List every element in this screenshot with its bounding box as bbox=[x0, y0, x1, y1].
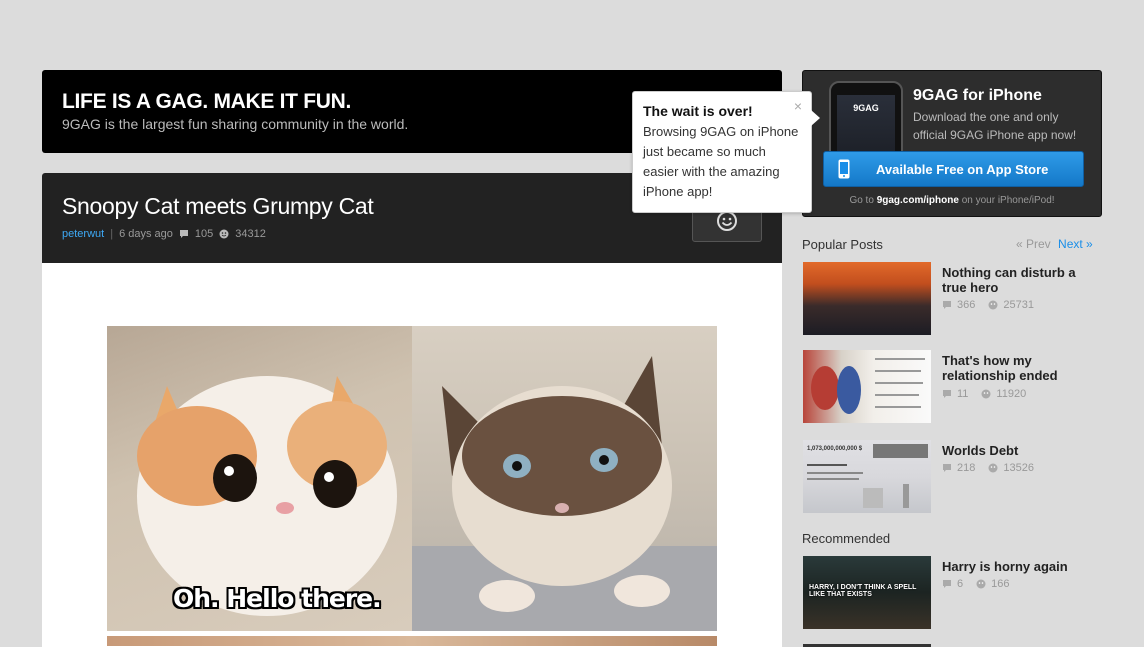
list-item[interactable]: That's how my relationship ended 11 1192… bbox=[802, 350, 1102, 425]
list-item-stats: 218 13526 bbox=[942, 462, 1034, 474]
recommended-title: Recommended bbox=[802, 531, 891, 546]
smiley-icon bbox=[981, 389, 991, 399]
grumpy-cat-image bbox=[412, 326, 717, 631]
post-meta: peterwut | 6 days ago 105 34312 bbox=[62, 228, 762, 240]
smiley-icon bbox=[988, 463, 998, 473]
comment-icon bbox=[943, 390, 951, 398]
prev-link[interactable]: « Prev bbox=[1016, 237, 1051, 251]
list-item-stats: 366 25731 bbox=[942, 299, 1034, 311]
comment-count: 11 bbox=[957, 388, 969, 400]
list-item-stats: 6 166 bbox=[942, 578, 1009, 590]
goto-suffix: on your iPhone/iPod! bbox=[961, 195, 1055, 206]
list-item-title[interactable]: That's how my relationship ended bbox=[942, 353, 1102, 383]
close-icon[interactable]: × bbox=[794, 98, 802, 114]
smiley-icon bbox=[976, 579, 986, 589]
phone-logo: 9GAG bbox=[853, 103, 879, 113]
goto-url-link[interactable]: 9gag.com/iphone bbox=[877, 195, 959, 206]
post-thumbnail[interactable] bbox=[803, 262, 931, 335]
comment-count: 6 bbox=[957, 578, 964, 590]
post-thumbnail[interactable] bbox=[803, 350, 931, 423]
comment-count: 218 bbox=[957, 462, 976, 474]
list-item-title[interactable]: Harry is horny again bbox=[942, 559, 1102, 574]
tooltip-title: The wait is over! bbox=[643, 103, 753, 119]
post-thumbnail[interactable]: HARRY, I DON'T THINK A SPELL LIKE THAT E… bbox=[803, 556, 931, 629]
post-image[interactable]: Oh. Hello there. bbox=[107, 326, 717, 646]
comment-icon bbox=[179, 230, 188, 238]
iphone-icon bbox=[838, 159, 850, 179]
promo-description: Download the one and only official 9GAG … bbox=[913, 110, 1077, 142]
popular-pager: « Prev Next » bbox=[1016, 237, 1093, 251]
tooltip-body: Browsing 9GAG on iPhone just became so m… bbox=[643, 124, 799, 199]
list-item-title[interactable]: Nothing can disturb a true hero bbox=[942, 265, 1102, 295]
points-count: 11920 bbox=[996, 388, 1027, 400]
list-item-stats: 11 11920 bbox=[942, 388, 1026, 400]
points-count: 166 bbox=[991, 578, 1010, 590]
post-card: Snoopy Cat meets Grumpy Cat peterwut | 6… bbox=[42, 173, 782, 647]
list-item-title[interactable]: Worlds Debt bbox=[942, 443, 1102, 458]
comment-icon bbox=[943, 580, 951, 588]
iphone-promo: 9GAG 9GAG for iPhone Download the one an… bbox=[802, 70, 1102, 217]
post-author-link[interactable]: peterwut bbox=[62, 228, 104, 240]
iphone-tooltip: × The wait is over! Browsing 9GAG on iPh… bbox=[632, 91, 820, 213]
thumb-caption: HARRY, I DON'T THINK A SPELL LIKE THAT E… bbox=[809, 584, 917, 598]
popular-posts-title: Popular Posts bbox=[802, 237, 883, 252]
points-count: 25731 bbox=[1003, 299, 1034, 311]
smiley-icon bbox=[988, 300, 998, 310]
list-item[interactable]: Nothing can disturb a true hero 366 2573… bbox=[802, 262, 1102, 337]
app-store-button[interactable]: Available Free on App Store bbox=[823, 151, 1084, 187]
points-count: 13526 bbox=[1003, 462, 1034, 474]
post-image-continued bbox=[107, 636, 717, 646]
comment-count: 366 bbox=[957, 299, 976, 311]
meta-separator: | bbox=[110, 228, 114, 240]
list-item[interactable]: HARRY, I DON'T THINK A SPELL LIKE THAT E… bbox=[802, 556, 1102, 631]
promo-goto: Go to 9gag.com/iphone on your iPhone/iPo… bbox=[803, 195, 1101, 206]
promo-title: 9GAG for iPhone bbox=[913, 87, 1042, 104]
image-caption: Oh. Hello there. bbox=[173, 584, 382, 613]
post-time: 6 days ago bbox=[119, 228, 173, 240]
post-points: 34312 bbox=[235, 228, 266, 240]
goto-prefix: Go to bbox=[849, 195, 874, 206]
post-thumbnail[interactable]: 1,073,000,000,000 $ bbox=[803, 440, 931, 513]
app-store-button-label: Available Free on App Store bbox=[876, 161, 1049, 177]
next-link[interactable]: Next » bbox=[1058, 237, 1093, 251]
comment-icon bbox=[943, 464, 951, 472]
post-comment-count[interactable]: 105 bbox=[195, 228, 213, 240]
smiley-icon bbox=[219, 229, 229, 239]
list-item[interactable]: 1,073,000,000,000 $ Worlds Debt 218 1352… bbox=[802, 440, 1102, 515]
comment-icon bbox=[943, 301, 951, 309]
